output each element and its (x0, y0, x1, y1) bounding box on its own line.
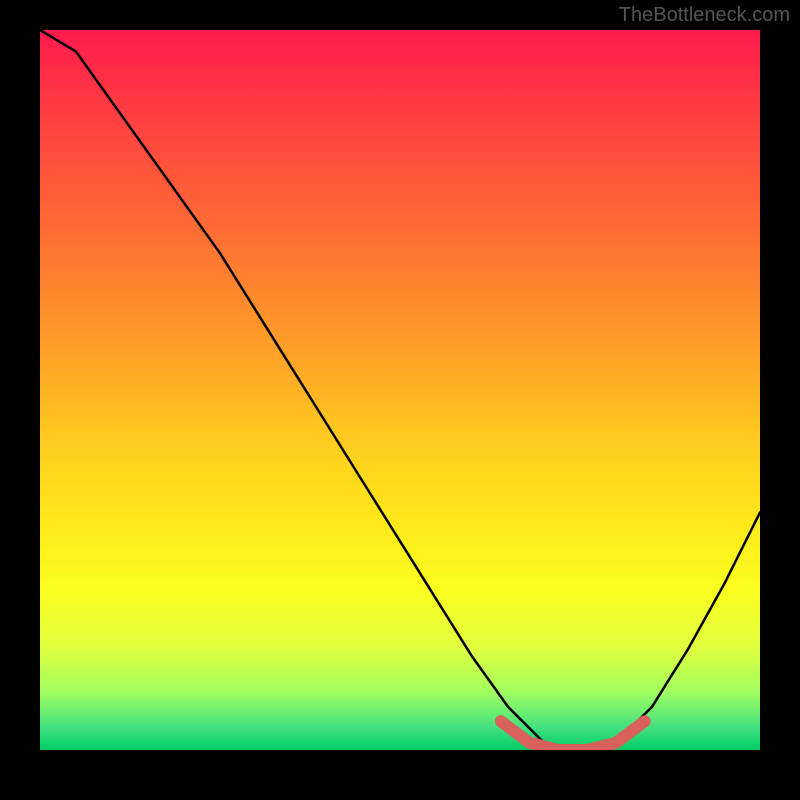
watermark-text: TheBottleneck.com (619, 4, 790, 27)
chart-plot-area (40, 30, 760, 750)
highlight-segment-line (501, 721, 645, 750)
bottleneck-curve-line (40, 30, 760, 750)
chart-svg (40, 30, 760, 750)
